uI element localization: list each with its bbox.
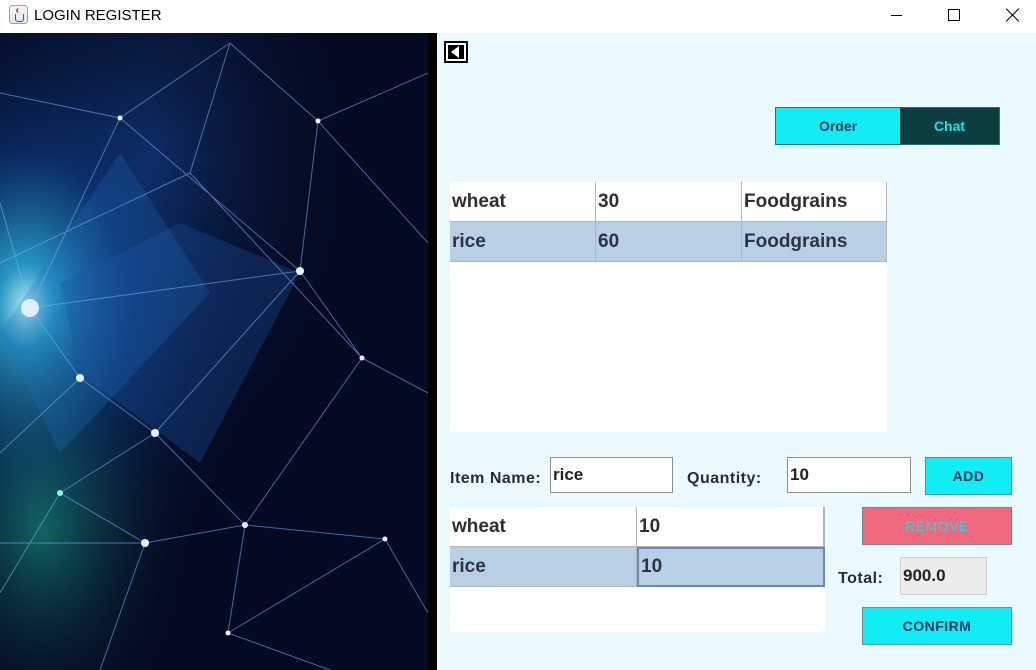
item-category-cell: Foodgrains [742,182,887,222]
tab-group: Order Chat [775,107,1000,145]
order-qty-cell[interactable]: 10 [637,507,825,547]
title-bar: LOGIN REGISTER [0,0,1036,33]
order-qty-cell[interactable]: 10 [637,547,825,587]
tab-chat[interactable]: Chat [900,108,999,144]
table-row[interactable]: rice 60 Foodgrains [450,222,887,262]
tab-order[interactable]: Order [776,108,900,144]
order-name-cell: rice [450,547,637,587]
add-button[interactable]: ADD [925,457,1012,495]
network-mesh-image [0,33,428,670]
order-table[interactable]: wheat 10 rice 10 [450,507,825,632]
item-name-label: Item Name: [450,470,542,487]
table-row[interactable]: rice 10 [450,547,825,587]
back-button[interactable] [444,41,468,63]
item-name-field[interactable]: rice [550,457,673,493]
remove-button[interactable]: REMOVE [862,507,1012,545]
item-name-cell: rice [450,222,596,262]
quantity-field[interactable]: 10 [787,457,911,493]
quantity-label: Quantity: [687,470,762,487]
close-icon [1006,8,1020,22]
item-price-cell: 30 [596,182,742,222]
maximize-icon [948,9,960,21]
window-title: LOGIN REGISTER [34,7,162,24]
confirm-button[interactable]: CONFIRM [862,607,1012,645]
item-name-cell: wheat [450,182,596,222]
item-category-cell: Foodgrains [742,222,887,262]
item-price-cell: 60 [596,222,742,262]
close-button[interactable] [990,0,1036,30]
total-label: Total: [838,570,884,587]
order-name-cell: wheat [450,507,637,547]
items-table[interactable]: wheat 30 Foodgrains rice 60 Foodgrains [450,182,887,432]
table-row[interactable]: wheat 10 [450,507,825,547]
back-arrow-icon [451,46,459,58]
order-panel: Order Chat wheat 30 Foodgrains rice 60 F… [437,33,1036,670]
table-row[interactable]: wheat 30 Foodgrains [450,182,887,222]
minimize-icon [890,14,902,16]
maximize-button[interactable] [931,0,977,30]
total-field: 900.0 [900,557,987,595]
minimize-button[interactable] [873,0,919,30]
panel-divider [428,33,437,670]
java-app-icon [9,5,28,24]
